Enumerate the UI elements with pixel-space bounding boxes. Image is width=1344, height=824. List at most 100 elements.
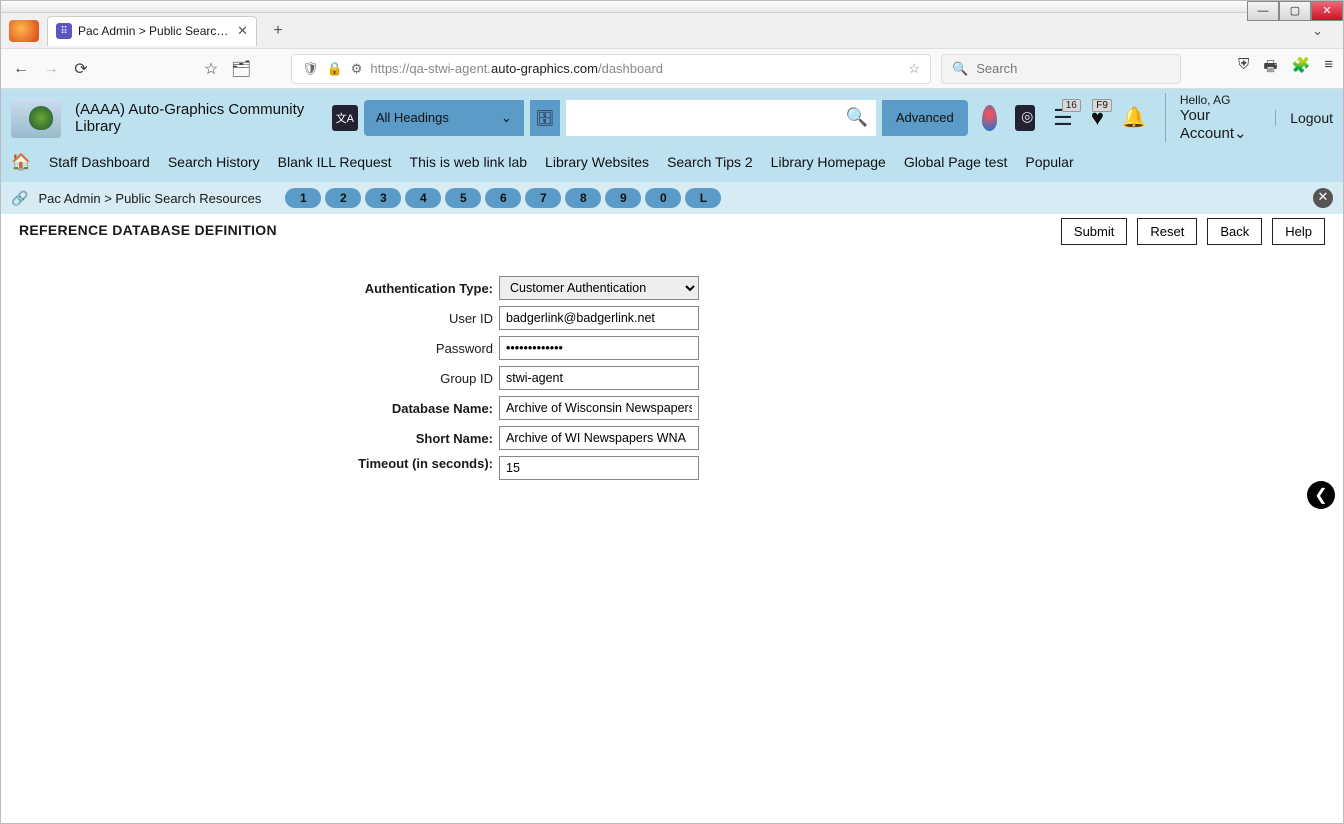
side-drawer-toggle[interactable]: ❮: [1307, 481, 1335, 509]
short-name-input[interactable]: [499, 426, 699, 450]
back-button[interactable]: Back: [1207, 218, 1262, 245]
nav-library-websites[interactable]: Library Websites: [545, 154, 649, 170]
db-name-input[interactable]: [499, 396, 699, 420]
search-icon[interactable]: 🔍: [845, 107, 867, 128]
tab-favicon-icon: ⠿: [56, 23, 72, 39]
nav-staff-dashboard[interactable]: Staff Dashboard: [49, 154, 150, 170]
nav-reload-icon[interactable]: ⟳: [71, 59, 91, 79]
window-titlebar: — ▢ ✕: [1, 1, 1343, 13]
catalog-search-field[interactable]: 🔍: [566, 100, 876, 136]
url-text: https://qa-stwi-agent.auto-graphics.com/…: [370, 61, 900, 76]
timeout-input[interactable]: [499, 456, 699, 480]
content-area: REFERENCE DATABASE DEFINITION Submit Res…: [1, 214, 1343, 490]
shield-icon: 🛡: [302, 61, 319, 77]
form: Authentication Type: Customer Authentica…: [319, 274, 1325, 480]
chain-icon: 🔗: [11, 190, 28, 207]
tab-title: Pac Admin > Public Search Res: [78, 24, 231, 38]
auth-type-select[interactable]: Customer Authentication: [499, 276, 699, 300]
list-icon[interactable]: ☰ 16: [1053, 105, 1073, 131]
chevron-down-icon: ⌄: [501, 110, 512, 126]
page-pill[interactable]: 3: [365, 188, 401, 208]
help-button[interactable]: Help: [1272, 218, 1325, 245]
user-id-label: User ID: [319, 311, 499, 326]
browser-tab[interactable]: ⠿ Pac Admin > Public Search Res ✕: [47, 16, 257, 46]
nav-blank-ill[interactable]: Blank ILL Request: [278, 154, 392, 170]
user-id-input[interactable]: [499, 306, 699, 330]
extensions-icon[interactable]: 🧩: [1292, 56, 1311, 81]
page-pill[interactable]: 0: [645, 188, 681, 208]
favorites-icon[interactable]: ♥ F9: [1091, 105, 1104, 131]
logout-link[interactable]: Logout: [1275, 110, 1333, 126]
breadcrumb-text: Pac Admin > Public Search Resources: [38, 191, 261, 206]
address-bar[interactable]: 🛡 🔒 ⚙ https://qa-stwi-agent.auto-graphic…: [291, 54, 931, 84]
print-icon[interactable]: 🖶: [1263, 56, 1277, 81]
page-pill[interactable]: 5: [445, 188, 481, 208]
account-menu[interactable]: Hello, AG Your Account⌄: [1165, 93, 1257, 142]
tabs-overflow-icon[interactable]: ⌄: [1300, 23, 1335, 39]
account-label: Your Account: [1180, 107, 1234, 142]
library-logo: [11, 98, 61, 138]
password-input[interactable]: [499, 336, 699, 360]
lock-icon: 🔒: [327, 61, 343, 77]
database-icon[interactable]: 🗄: [530, 100, 560, 136]
notifications-icon[interactable]: 🔔: [1122, 105, 1147, 130]
bookmark-star-icon[interactable]: ☆: [201, 59, 221, 79]
auth-type-label: Authentication Type:: [319, 281, 499, 296]
page-pill[interactable]: 8: [565, 188, 601, 208]
group-id-label: Group ID: [319, 371, 499, 386]
nav-popular[interactable]: Popular: [1025, 154, 1073, 170]
nav-back-icon[interactable]: ←: [11, 60, 31, 78]
nav-web-link-lab[interactable]: This is web link lab: [410, 154, 528, 170]
hello-label: Hello, AG: [1180, 93, 1257, 107]
list-badge: 16: [1062, 99, 1081, 112]
nav-search-tips[interactable]: Search Tips 2: [667, 154, 753, 170]
menu-icon[interactable]: ≡: [1324, 56, 1333, 81]
page-pill[interactable]: 6: [485, 188, 521, 208]
permissions-icon: ⚙: [351, 61, 363, 77]
nav-search-history[interactable]: Search History: [168, 154, 260, 170]
page-pill[interactable]: 7: [525, 188, 561, 208]
window-minimize[interactable]: —: [1247, 1, 1279, 21]
close-icon[interactable]: ✕: [1313, 188, 1333, 208]
nav-global-page-test[interactable]: Global Page test: [904, 154, 1008, 170]
reset-button[interactable]: Reset: [1137, 218, 1197, 245]
chevron-down-icon: ⌄: [1234, 125, 1247, 142]
new-tab-button[interactable]: +: [265, 18, 291, 44]
nav-forward-icon: →: [41, 60, 61, 78]
window-close[interactable]: ✕: [1311, 1, 1343, 21]
browser-search-field[interactable]: 🔍 Search: [941, 54, 1181, 84]
app-header: (AAAA) Auto-Graphics Community Library 文…: [1, 89, 1343, 146]
breadcrumb-bar: 🔗 Pac Admin > Public Search Resources 1 …: [1, 182, 1343, 214]
pocket-icon[interactable]: ⛨: [1238, 56, 1249, 81]
page-pill[interactable]: 4: [405, 188, 441, 208]
calendar-icon[interactable]: 🗂: [231, 59, 251, 79]
catalog-search-input[interactable]: [574, 110, 846, 126]
window-maximize[interactable]: ▢: [1279, 1, 1311, 21]
db-name-label: Database Name:: [319, 401, 499, 416]
browser-toolbar: ← → ⟳ ☆ 🗂 🛡 🔒 ⚙ https://qa-stwi-agent.au…: [1, 49, 1343, 89]
headings-dropdown[interactable]: All Headings ⌄: [364, 100, 524, 136]
tab-close-icon[interactable]: ✕: [237, 23, 248, 39]
nav-links: 🏠 Staff Dashboard Search History Blank I…: [1, 146, 1343, 182]
page-pill[interactable]: 9: [605, 188, 641, 208]
password-label: Password: [319, 341, 499, 356]
resources-icon[interactable]: [1015, 105, 1035, 131]
page-pill[interactable]: 2: [325, 188, 361, 208]
timeout-label: Timeout (in seconds):: [319, 456, 499, 472]
page-pills: 1 2 3 4 5 6 7 8 9 0 L: [285, 188, 721, 208]
submit-button[interactable]: Submit: [1061, 218, 1127, 245]
search-icon: 🔍: [952, 61, 968, 77]
page-pill[interactable]: L: [685, 188, 721, 208]
advanced-search-button[interactable]: Advanced: [882, 100, 968, 136]
home-icon[interactable]: 🏠: [11, 152, 31, 172]
nav-library-homepage[interactable]: Library Homepage: [771, 154, 886, 170]
language-icon[interactable]: 文A: [332, 105, 358, 131]
library-name: (AAAA) Auto-Graphics Community Library: [75, 101, 308, 135]
browser-search-placeholder: Search: [976, 61, 1017, 76]
page-pill[interactable]: 1: [285, 188, 321, 208]
browser-tabstrip: ⠿ Pac Admin > Public Search Res ✕ + ⌄: [1, 13, 1343, 49]
balloon-icon[interactable]: [982, 105, 997, 131]
page-bookmark-icon[interactable]: ☆: [908, 61, 920, 77]
group-id-input[interactable]: [499, 366, 699, 390]
favorites-badge: F9: [1092, 99, 1112, 112]
